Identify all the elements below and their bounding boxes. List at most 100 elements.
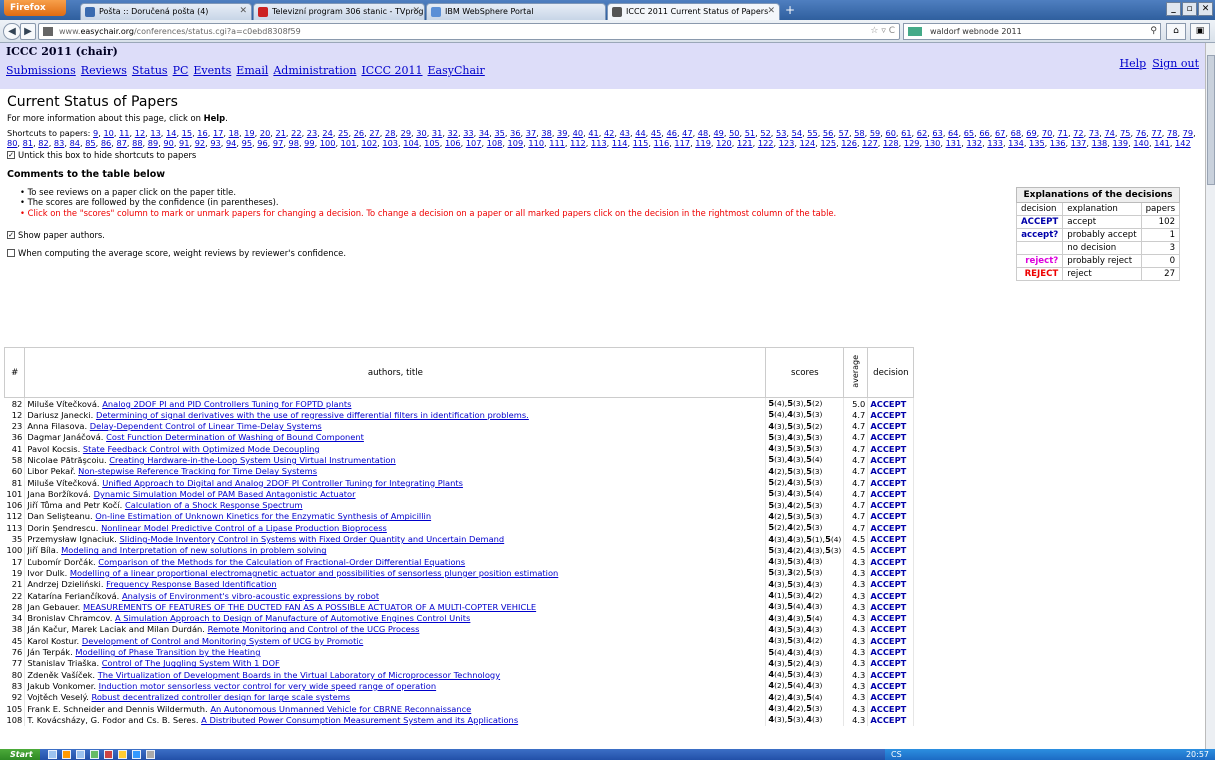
paper-scores[interactable]: 5(4),4(3),4(3) — [765, 646, 845, 658]
close-icon[interactable]: ✕ — [412, 4, 420, 19]
paper-title-link[interactable]: Development of Control and Monitoring Sy… — [82, 636, 363, 646]
shortcut-link[interactable]: 44 — [635, 128, 645, 138]
shortcut-link[interactable]: 17 — [213, 128, 223, 138]
paper-title-link[interactable]: Unified Approach to Digital and Analog 2… — [102, 478, 463, 488]
shortcut-link[interactable]: 56 — [823, 128, 833, 138]
shortcut-link[interactable]: 20 — [260, 128, 270, 138]
paper-title-link[interactable]: Modelling of Phase Transition by the Hea… — [75, 647, 260, 657]
paper-scores[interactable]: 5(4),4(3),5(3) — [765, 409, 845, 421]
shortcut-link[interactable]: 84 — [70, 138, 80, 148]
shortcut-link[interactable]: 41 — [588, 128, 598, 138]
shortcut-link[interactable]: 91 — [179, 138, 189, 148]
paper-decision[interactable]: ACCEPT — [867, 669, 915, 681]
shortcut-link[interactable]: 107 — [466, 138, 482, 148]
shortcut-link[interactable]: 61 — [901, 128, 911, 138]
paper-scores[interactable]: 5(3),3(2),5(3) — [765, 567, 845, 579]
shortcut-link[interactable]: 136 — [1050, 138, 1066, 148]
app-icon[interactable] — [104, 750, 113, 759]
paper-scores[interactable]: 4(3),4(2),5(3) — [765, 703, 845, 715]
paper-decision[interactable]: ACCEPT — [867, 556, 915, 568]
shortcut-link[interactable]: 78 — [1167, 128, 1177, 138]
shortcut-link[interactable]: 132 — [966, 138, 982, 148]
shortcut-link[interactable]: 48 — [698, 128, 708, 138]
paper-scores[interactable]: 5(2),4(3),5(3) — [765, 477, 845, 489]
paper-title-link[interactable]: Dynamic Simulation Model of PAM Based An… — [94, 489, 356, 499]
shortcut-link[interactable]: 88 — [132, 138, 142, 148]
shortcut-link[interactable]: 30 — [416, 128, 426, 138]
paper-decision[interactable]: ACCEPT — [867, 590, 915, 602]
shortcut-link[interactable]: 70 — [1042, 128, 1052, 138]
paper-scores[interactable]: 4(3),5(3),4(3) — [765, 714, 845, 726]
shortcut-link[interactable]: 81 — [23, 138, 33, 148]
shortcut-link[interactable]: 119 — [695, 138, 711, 148]
new-tab-button[interactable]: + — [782, 3, 798, 19]
shortcut-link[interactable]: 75 — [1120, 128, 1130, 138]
shortcut-link[interactable]: 127 — [862, 138, 878, 148]
paper-title-link[interactable]: Analog 2DOF PI and PID Controllers Tunin… — [102, 399, 351, 409]
shortcut-link[interactable]: 89 — [148, 138, 158, 148]
shortcut-link[interactable]: 99 — [304, 138, 314, 148]
paper-scores[interactable]: 4(3),5(3),4(3) — [765, 556, 845, 568]
paper-decision[interactable]: ACCEPT — [867, 477, 915, 489]
shortcut-link[interactable]: 140 — [1133, 138, 1149, 148]
paper-scores[interactable]: 5(3),4(2),5(3) — [765, 499, 845, 511]
shortcut-link[interactable]: 63 — [932, 128, 942, 138]
shortcut-link[interactable]: 72 — [1073, 128, 1083, 138]
shortcut-link[interactable]: 97 — [273, 138, 283, 148]
shortcut-link[interactable]: 43 — [620, 128, 630, 138]
paper-title-link[interactable]: On-line Estimation of Unknown Kinetics f… — [95, 511, 431, 521]
shortcut-link[interactable]: 62 — [917, 128, 927, 138]
shortcut-link[interactable]: 141 — [1154, 138, 1170, 148]
paper-decision[interactable]: ACCEPT — [867, 397, 915, 410]
paper-title-link[interactable]: Sliding-Mode Inventory Control in System… — [120, 534, 505, 544]
paper-decision[interactable]: ACCEPT — [867, 612, 915, 624]
paper-title-link[interactable]: The Virtualization of Development Boards… — [98, 670, 500, 680]
shortcut-link[interactable]: 58 — [854, 128, 864, 138]
shortcut-link[interactable]: 36 — [510, 128, 520, 138]
paper-decision[interactable]: ACCEPT — [867, 703, 915, 715]
clock[interactable]: 20:57 — [1186, 749, 1209, 760]
paper-title-link[interactable]: Non-stepwise Reference Tracking for Time… — [78, 466, 317, 476]
start-button[interactable]: Start — [0, 749, 40, 760]
paper-decision[interactable]: ACCEPT — [867, 488, 915, 500]
shortcut-link[interactable]: 66 — [979, 128, 989, 138]
paper-decision[interactable]: ACCEPT — [867, 567, 915, 579]
shortcut-link[interactable]: 102 — [362, 138, 378, 148]
paper-scores[interactable]: 4(4),5(3),4(3) — [765, 669, 845, 681]
shortcut-link[interactable]: 94 — [226, 138, 236, 148]
paper-decision[interactable]: ACCEPT — [867, 601, 915, 613]
paper-title-link[interactable]: Frequency Response Based Identification — [106, 579, 277, 589]
shortcut-link[interactable]: 21 — [276, 128, 286, 138]
show-authors-checkbox[interactable]: ✓ — [7, 231, 15, 240]
paper-title-link[interactable]: Determining of signal derivatives with t… — [96, 410, 529, 420]
shortcut-link[interactable]: 110 — [528, 138, 544, 148]
shortcut-link[interactable]: 96 — [257, 138, 267, 148]
shortcut-link[interactable]: 130 — [925, 138, 941, 148]
paper-scores[interactable]: 5(3),4(3),5(4) — [765, 488, 845, 500]
shortcut-link[interactable]: 105 — [424, 138, 440, 148]
shortcut-link[interactable]: 122 — [758, 138, 774, 148]
search-engine-icon[interactable] — [908, 27, 922, 36]
shortcut-link[interactable]: 52 — [760, 128, 770, 138]
paper-decision[interactable]: ACCEPT — [867, 578, 915, 591]
shortcut-link[interactable]: 80 — [7, 138, 17, 148]
paper-title-link[interactable]: An Autonomous Unmanned Vehicle for CBRNE… — [210, 704, 471, 714]
paper-title-link[interactable]: State Feedback Control with Optimized Mo… — [83, 444, 320, 454]
shortcut-link[interactable]: 50 — [729, 128, 739, 138]
shortcut-link[interactable]: 24 — [322, 128, 332, 138]
paper-title-link[interactable]: Delay-Dependent Control of Linear Time-D… — [90, 421, 322, 431]
shortcut-link[interactable]: 42 — [604, 128, 614, 138]
shortcut-link[interactable]: 71 — [1058, 128, 1068, 138]
shortcut-link[interactable]: 25 — [338, 128, 348, 138]
shortcut-link[interactable]: 18 — [229, 128, 239, 138]
bookmarks-button[interactable]: ▣ — [1190, 23, 1210, 40]
weight-checkbox[interactable] — [7, 249, 15, 258]
shortcut-link[interactable]: 33 — [463, 128, 473, 138]
shortcut-link[interactable]: 55 — [807, 128, 817, 138]
paper-title-link[interactable]: Analysis of Environment's vibro-acoustic… — [122, 591, 379, 601]
bookmark-star-icon[interactable]: ☆ ▿ C — [870, 24, 895, 39]
shortcut-link[interactable]: 90 — [163, 138, 173, 148]
shortcut-link[interactable]: 26 — [354, 128, 364, 138]
app-icon[interactable] — [132, 750, 141, 759]
paper-scores[interactable]: 4(3),5(3),4(3) — [765, 623, 845, 636]
